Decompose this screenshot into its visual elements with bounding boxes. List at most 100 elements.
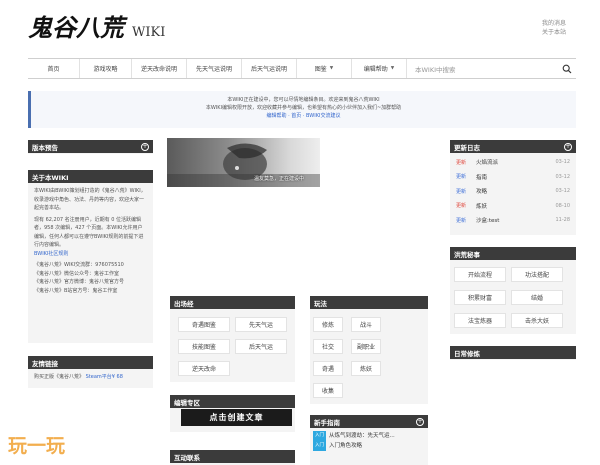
- panel-header: 互动联系: [170, 450, 295, 463]
- nav-game-guide[interactable]: 游戏攻略: [80, 59, 132, 78]
- banner-image: 温友莫急，正在建设中: [167, 138, 320, 187]
- update-tag: 更新: [456, 203, 467, 210]
- contact-line[interactable]: 《鬼谷八荒》B站官方号：鬼谷工作室: [34, 287, 147, 296]
- panel-title: 互动联系: [174, 453, 200, 462]
- update-log-panel: 更新日志 + 更新 火焰流派 03-12 更新 指南 03-12 更新 攻略 03-12 更…: [450, 140, 576, 235]
- watermark-logo: 玩一玩: [8, 435, 65, 457]
- nav-label: 编辑帮助: [363, 66, 388, 73]
- user-links: 我的消息 关于本站: [526, 19, 566, 37]
- search-box[interactable]: 本WIKI中搜索: [407, 59, 576, 78]
- panel-title: 洪荒秘事: [454, 250, 480, 259]
- expand-icon[interactable]: +: [416, 417, 424, 426]
- nav-label: 后天气运说明: [250, 66, 287, 73]
- friend-links-panel: 友情链接 购买正版《鬼谷八荒》 Steam平台¥ 68: [28, 356, 153, 388]
- nav-label: 先天气运说明: [195, 66, 232, 73]
- guide-tag: 入门: [313, 441, 326, 451]
- notice-line-2: 本WIKI编辑权限开放，欢迎收藏并参与编辑，也希望有热心的小伙伴加入我们~加群帮…: [205, 105, 402, 111]
- adventure-button[interactable]: 奇遇: [313, 361, 343, 376]
- site-notice: 本WIKI正在建设中，您可以尽情地编辑条目。欢迎来到鬼谷八荒WIKI 本WIKI…: [28, 91, 576, 128]
- skill-atlas-button[interactable]: 技能图鉴: [178, 339, 230, 354]
- artifact-button[interactable]: 法宝炼器: [454, 313, 506, 328]
- list-item[interactable]: 入门 入门角色攻略: [313, 441, 425, 451]
- newbie-guide-panel: 新手指南 + 入门 从炼气到渡劫：先天气运... 入门 入门角色攻略: [310, 415, 428, 465]
- about-body: 本WIKI由BWIKI策划组打造的《鬼谷八荒》WIKI，收录游戏中角色、功法、丹…: [28, 183, 153, 299]
- about-site-link[interactable]: 关于本站: [526, 28, 566, 37]
- nav-acquired-luck[interactable]: 后天气运说明: [242, 59, 297, 78]
- site-logo[interactable]: 鬼谷八荒 WIKI: [28, 10, 168, 44]
- nav-atlas-dropdown[interactable]: 图鉴 ▼: [297, 59, 352, 78]
- notice-line-1: 本WIKI正在建设中，您可以尽情地编辑条目。欢迎来到鬼谷八荒WIKI: [227, 97, 380, 103]
- social-button[interactable]: 社交: [313, 339, 343, 354]
- update-tag: 更新: [456, 159, 467, 166]
- newbie-list: 入门 从炼气到渡劫：先天气运... 入门 入门角色攻略: [310, 428, 428, 454]
- nav-fate-change[interactable]: 逆天改命说明: [132, 59, 187, 78]
- panel-header: 友情链接: [28, 356, 153, 369]
- acquired-luck-button[interactable]: 后天气运: [235, 339, 287, 354]
- nav-label: 首页: [47, 66, 60, 73]
- fate-change-button[interactable]: 逆天改命: [178, 361, 230, 376]
- contact-line[interactable]: 《鬼谷八荒》官方微博：鬼谷八荒官方号: [34, 278, 147, 287]
- panel-title: 版本预告: [32, 143, 58, 152]
- update-row[interactable]: 更新 指南 03-12: [456, 170, 570, 185]
- encounter-atlas-button[interactable]: 奇遇图鉴: [178, 317, 230, 332]
- panel-header: 洪荒秘事: [450, 247, 576, 260]
- marriage-button[interactable]: 结婚: [511, 290, 563, 305]
- start-flow-button[interactable]: 开始流程: [454, 267, 506, 282]
- panel-header: 编辑专区: [170, 395, 295, 408]
- messages-link[interactable]: 我的消息: [526, 19, 566, 28]
- combat-button[interactable]: 战斗: [351, 317, 381, 332]
- caret-down-icon: ▼: [390, 66, 395, 71]
- side-job-button[interactable]: 副职业: [351, 339, 381, 354]
- panel-title: 关于本WIKI: [32, 173, 69, 182]
- update-tag: 更新: [456, 217, 467, 224]
- logo-text: 鬼谷八荒: [28, 13, 128, 42]
- nav-innate-luck[interactable]: 先天气运说明: [187, 59, 242, 78]
- update-title: 炼妖: [476, 203, 488, 210]
- search-input[interactable]: 本WIKI中搜索: [415, 64, 562, 74]
- panel-title: 玩法: [314, 299, 327, 308]
- collection-button[interactable]: 收集: [313, 383, 343, 398]
- demon-refine-button[interactable]: 炼妖: [351, 361, 381, 376]
- search-icon[interactable]: [562, 64, 572, 74]
- nav-edit-help-dropdown[interactable]: 编辑帮助 ▼: [352, 59, 407, 78]
- innate-luck-button[interactable]: 先天气运: [235, 317, 287, 332]
- wealth-button[interactable]: 积累财富: [454, 290, 506, 305]
- update-date: 08-10: [555, 202, 570, 209]
- skill-combo-button[interactable]: 功法搭配: [511, 267, 563, 282]
- panel-header: 关于本WIKI: [28, 170, 153, 183]
- about-stats: 现有 62,207 名注册用户，近期有 0 位活跃编辑者，958 次编辑，427…: [34, 216, 144, 249]
- update-tag: 更新: [456, 188, 467, 195]
- banner-caption: 温友莫急，正在建设中: [253, 176, 304, 182]
- notice-links[interactable]: 编辑帮助 · 首页 · BWIKI交流建议: [31, 112, 576, 120]
- create-article-button[interactable]: 点击创建文章: [181, 409, 292, 426]
- update-row[interactable]: 更新 攻略 03-12: [456, 184, 570, 199]
- friend-text: 购买正版《鬼谷八荒》: [34, 374, 85, 380]
- update-list: 更新 火焰流派 03-12 更新 指南 03-12 更新 攻略 03-12 更新 炼妖 08-1…: [450, 153, 576, 228]
- logo-graphic: 鬼谷八荒 WIKI: [28, 13, 165, 42]
- update-row[interactable]: 更新 炼妖 08-10: [456, 199, 570, 214]
- nav-label: 游戏攻略: [93, 66, 118, 73]
- panel-title: 编辑专区: [174, 398, 200, 407]
- update-date: 03-12: [555, 159, 570, 166]
- expand-icon[interactable]: +: [141, 142, 149, 151]
- list-item[interactable]: 入门 从炼气到渡劫：先天气运...: [313, 431, 425, 441]
- expand-icon[interactable]: +: [564, 142, 572, 151]
- cultivation-button[interactable]: 修炼: [313, 317, 343, 332]
- steam-link[interactable]: Steam平台¥ 68: [86, 374, 123, 380]
- about-intro: 本WIKI由BWIKI策划组打造的《鬼谷八荒》WIKI，收录游戏中角色、功法、丹…: [34, 188, 146, 211]
- update-date: 03-12: [555, 173, 570, 180]
- panel-header: 日常修炼: [450, 346, 576, 359]
- kill-demon-button[interactable]: 击杀大妖: [511, 313, 563, 328]
- rules-link[interactable]: BWIKI社区规则: [34, 250, 147, 259]
- update-row[interactable]: 更新 火焰流派 03-12: [456, 155, 570, 170]
- guide-title: 从炼气到渡劫：先天气运...: [329, 433, 395, 439]
- about-wiki-panel: 关于本WIKI 本WIKI由BWIKI策划组打造的《鬼谷八荒》WIKI，收录游戏…: [28, 170, 153, 343]
- update-row[interactable]: 更新 沙盒:test 11-28: [456, 213, 570, 228]
- contact-line: 《鬼谷八荒》WIKI交流群：976075510: [34, 262, 124, 268]
- update-tag: 更新: [456, 174, 467, 181]
- caret-down-icon: ▼: [329, 66, 334, 71]
- panel-title: 新手指南: [314, 418, 340, 427]
- nav-home[interactable]: 首页: [28, 59, 80, 78]
- main-nav: 首页 游戏攻略 逆天改命说明 先天气运说明 后天气运说明 图鉴 ▼ 编辑帮助 ▼ 本…: [28, 58, 576, 79]
- guide-tag: 入门: [313, 431, 326, 441]
